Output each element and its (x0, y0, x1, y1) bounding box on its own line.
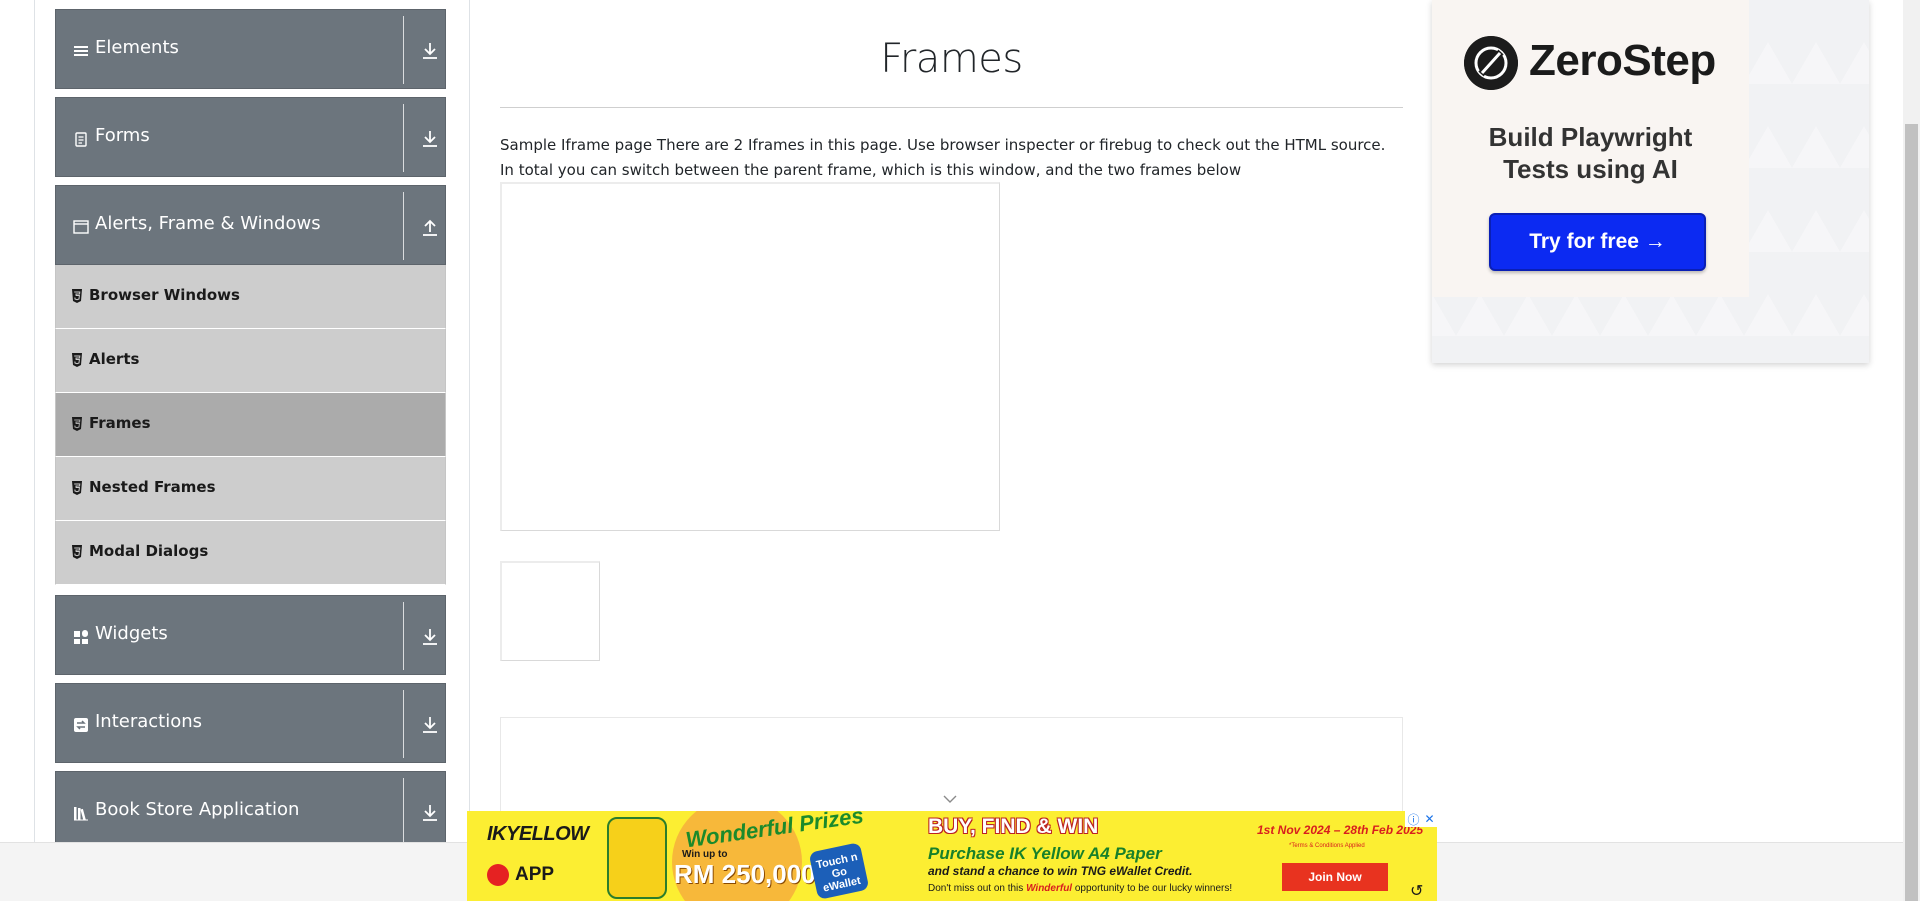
zerostep-ad[interactable]: ZeroStep Build Playwright Tests using AI… (1432, 0, 1869, 363)
download-arrow-icon[interactable] (420, 802, 440, 824)
sidebar-group-label: Alerts, Frame & Windows (95, 213, 321, 234)
main-divider (469, 0, 470, 842)
info-icon[interactable]: ⓘ (1407, 811, 1419, 828)
app-logo-icon (487, 864, 509, 886)
iframe-small[interactable] (500, 561, 600, 661)
ad-miss-out-text: Don't miss out on this Winderful opportu… (928, 883, 1232, 894)
ad-purchase-text: Purchase IK Yellow A4 Paper (928, 844, 1162, 863)
group-separator (403, 778, 404, 846)
interaction-icon (74, 718, 88, 732)
replay-icon[interactable]: ↺ (1410, 881, 1423, 901)
ad-chance-text: and stand a chance to win TNG eWallet Cr… (928, 864, 1193, 878)
group-separator (403, 192, 404, 260)
sidebar: Elements Forms Alerts, Frame & Windows B… (55, 9, 446, 859)
widgets-grid-icon (74, 630, 88, 644)
sidebar-group-widgets[interactable]: Widgets (55, 595, 446, 675)
sidebar-group-elements[interactable]: Elements (55, 9, 446, 89)
download-arrow-icon[interactable] (420, 128, 440, 150)
sidebar-item-nested-frames[interactable]: Nested Frames (55, 457, 446, 521)
sidebar-group-label: Elements (95, 37, 179, 58)
app-root: Elements Forms Alerts, Frame & Windows B… (0, 0, 1920, 901)
left-divider (34, 0, 35, 842)
close-icon[interactable]: ✕ (1424, 812, 1434, 826)
sidebar-group-label: Book Store Application (95, 799, 300, 820)
sidebar-item-frames[interactable]: Frames (55, 393, 446, 457)
title-divider (500, 107, 1403, 108)
scrollbar-thumb[interactable] (1905, 124, 1918, 901)
sidebar-group-label: Forms (95, 125, 150, 146)
list-icon (74, 46, 88, 56)
sidebar-item-label: Nested Frames (89, 478, 216, 496)
ad-miss-word: Winderful (1026, 883, 1073, 894)
sidebar-group-label: Interactions (95, 711, 203, 732)
download-arrow-icon[interactable] (420, 626, 440, 648)
ikyellow-banner-ad[interactable]: IKYELLOW APP Wonderful Prizes Win up to … (467, 811, 1437, 901)
book-icon (74, 807, 88, 821)
ad-miss-post: opportunity to be our lucky winners! (1072, 883, 1233, 894)
ad-brand-name: ZeroStep (1529, 36, 1716, 85)
ad-card: ZeroStep Build Playwright Tests using AI… (1432, 0, 1749, 297)
sidebar-item-label: Frames (89, 414, 151, 432)
ad-brand: IKYELLOW (487, 823, 589, 845)
ad-touch-n-go-badge: Touch n Go eWallet (808, 842, 870, 900)
sidebar-item-label: Alerts (89, 350, 140, 368)
html5-icon (72, 353, 82, 367)
page-title: Frames (880, 36, 1023, 82)
ad-terms: *Terms & Conditions Applied (1289, 843, 1365, 849)
ad-choices: ⓘ ✕ (1405, 811, 1437, 827)
window-icon (73, 220, 89, 234)
html5-icon (72, 481, 82, 495)
html5-icon (72, 289, 82, 303)
ad-date-range: 1st Nov 2024 – 28th Feb 2025 (1257, 823, 1424, 837)
ad-prize-amount: RM 250,000 (674, 859, 816, 889)
group-separator (403, 104, 404, 172)
upload-arrow-icon[interactable] (420, 216, 440, 238)
ad-buy-find-win: BUY, FIND & WIN (928, 815, 1099, 838)
try-for-free-button[interactable]: Try for free → (1489, 213, 1706, 271)
sidebar-group-alerts-frame-windows[interactable]: Alerts, Frame & Windows (55, 185, 446, 265)
sidebar-item-browser-windows[interactable]: Browser Windows (55, 265, 446, 329)
html5-icon (72, 545, 82, 559)
join-now-button[interactable]: Join Now (1282, 863, 1388, 891)
group-separator (403, 16, 404, 84)
zerostep-logo-icon (1464, 36, 1518, 90)
ad-headline: Build Playwright Tests using AI (1488, 122, 1693, 184)
group-separator (403, 602, 404, 670)
iframe-large[interactable] (500, 182, 1000, 531)
sidebar-group-forms[interactable]: Forms (55, 97, 446, 177)
download-arrow-icon[interactable] (420, 40, 440, 62)
sidebar-item-modal-dialogs[interactable]: Modal Dialogs (55, 521, 446, 585)
sidebar-item-label: Modal Dialogs (89, 542, 209, 560)
paper-mascot-icon (607, 817, 667, 899)
sidebar-group-book-store[interactable]: Book Store Application (55, 771, 446, 851)
sidebar-group-label: Widgets (95, 623, 168, 644)
ad-miss-pre: Don't miss out on this (928, 883, 1027, 894)
document-icon (75, 132, 87, 147)
ad-app-label: APP (515, 864, 555, 885)
sidebar-item-alerts[interactable]: Alerts (55, 329, 446, 393)
page-description: Sample Iframe page There are 2 Iframes i… (500, 136, 1386, 179)
sidebar-group-interactions[interactable]: Interactions (55, 683, 446, 763)
sidebar-item-label: Browser Windows (89, 286, 240, 304)
ad-app-badge: APP (487, 864, 554, 886)
alerts-submenu: Browser Windows Alerts Frames Nested Fra… (55, 265, 446, 585)
group-separator (403, 690, 404, 758)
html5-icon (72, 417, 82, 431)
chevron-down-icon[interactable] (942, 794, 958, 804)
download-arrow-icon[interactable] (420, 714, 440, 736)
